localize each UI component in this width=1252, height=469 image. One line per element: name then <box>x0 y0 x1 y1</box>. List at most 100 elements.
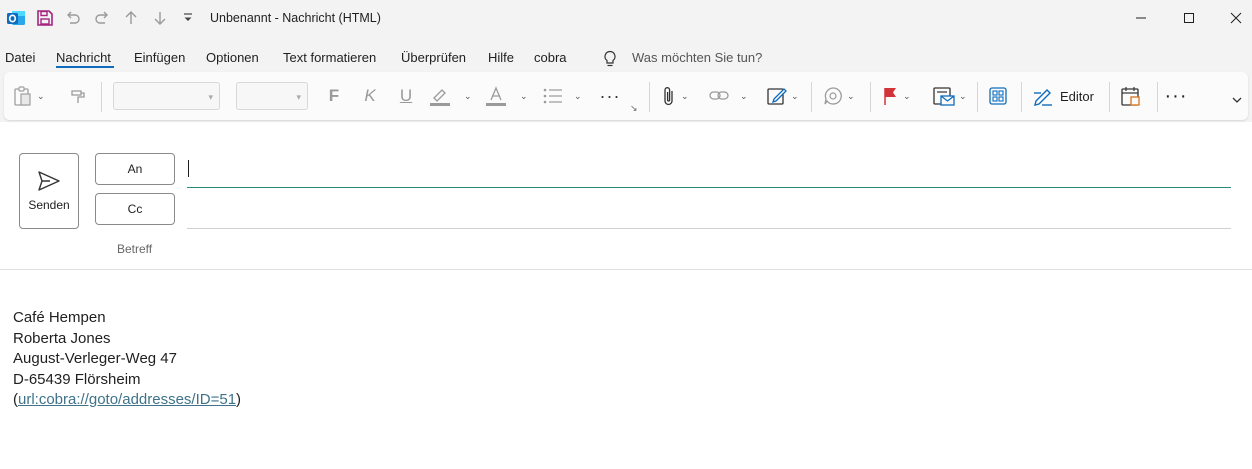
down-arrow-icon[interactable] <box>151 8 169 28</box>
to-button[interactable]: An <box>95 153 175 185</box>
collapse-ribbon-icon[interactable] <box>1230 88 1244 112</box>
paperclip-icon <box>664 87 673 106</box>
tab-ueberpruefen[interactable]: Überprüfen <box>401 50 466 65</box>
body-link-line: (url:cobra://goto/addresses/ID=51) <box>13 390 241 411</box>
ribbon-separator <box>1157 82 1158 112</box>
maximize-icon[interactable] <box>1175 6 1203 30</box>
chevron-down-icon: ⌄ <box>574 90 582 101</box>
ribbon-separator <box>811 82 812 112</box>
apps-grid-icon <box>989 87 1007 105</box>
customize-qat-icon[interactable] <box>182 8 194 28</box>
speech-bubble-icon <box>824 87 842 105</box>
redo-icon[interactable] <box>93 8 111 28</box>
chevron-down-icon: ⌄ <box>520 90 528 101</box>
send-label: Senden <box>28 198 70 212</box>
chevron-down-icon: ⌄ <box>37 90 45 101</box>
tab-einfuegen[interactable]: Einfügen <box>134 50 185 65</box>
font-size-select[interactable]: ▾ <box>236 82 308 110</box>
bullets-button[interactable]: ⌄ <box>542 84 582 108</box>
ribbon-separator <box>101 82 102 112</box>
calendar-icon <box>1121 87 1140 106</box>
font-color-icon <box>486 86 506 106</box>
chevron-down-icon: ▾ <box>296 92 301 102</box>
highlighter-icon <box>430 89 450 106</box>
underline-button[interactable]: U <box>396 84 416 108</box>
undo-icon[interactable] <box>64 8 82 28</box>
tab-optionen[interactable]: Optionen <box>206 50 259 65</box>
ribbon-separator <box>1021 82 1022 112</box>
chevron-down-icon: ⌄ <box>847 90 855 101</box>
bullet-list-icon <box>543 88 562 104</box>
schedule-button[interactable] <box>1120 84 1142 108</box>
more-font-options-icon[interactable]: ··· <box>598 84 622 108</box>
ribbon-separator <box>870 82 871 112</box>
link-button[interactable]: ⌄ <box>708 84 748 108</box>
bold-button[interactable]: F <box>324 84 344 108</box>
flag-icon <box>884 88 896 105</box>
font-name-select[interactable]: ▾ <box>113 82 220 110</box>
tab-text-formatieren[interactable]: Text formatieren <box>283 50 376 65</box>
close-icon[interactable] <box>1222 6 1250 30</box>
chevron-down-icon: ▾ <box>208 92 213 102</box>
ribbon-separator <box>977 82 978 112</box>
highlight-button[interactable]: ⌄ <box>428 84 472 108</box>
tell-me-search[interactable]: Was möchten Sie tun? <box>632 50 762 65</box>
cobra-address-link[interactable]: url:cobra://goto/addresses/ID=51 <box>18 391 236 408</box>
title-bar: Unbenannt - Nachricht (HTML) <box>0 0 1252 38</box>
window-title: Unbenannt - Nachricht (HTML) <box>210 11 381 25</box>
body-line: Roberta Jones <box>13 329 111 347</box>
message-body[interactable]: Café Hempen Roberta Jones August-Verlege… <box>13 308 241 411</box>
body-line: August-Verleger-Weg 47 <box>13 350 177 367</box>
attach-file-button[interactable]: ⌄ <box>660 84 689 108</box>
tab-nachricht[interactable]: Nachricht <box>56 50 111 65</box>
chevron-down-icon: ⌄ <box>740 90 748 101</box>
editor-button[interactable]: Editor <box>1032 84 1094 108</box>
paste-button[interactable]: ⌄ <box>12 84 45 108</box>
chevron-down-icon: ⌄ <box>903 90 911 101</box>
ribbon-separator <box>1109 82 1110 112</box>
editor-label: Editor <box>1060 88 1094 104</box>
apps-button[interactable] <box>988 84 1008 108</box>
italic-button[interactable]: K <box>360 84 380 108</box>
more-commands-icon[interactable]: ··· <box>1164 84 1188 108</box>
send-icon <box>38 171 60 191</box>
chevron-down-icon: ⌄ <box>681 90 689 101</box>
signature-button[interactable]: ⌄ <box>766 84 799 108</box>
cc-button[interactable]: Cc <box>95 193 175 225</box>
send-button[interactable]: Senden <box>19 153 79 229</box>
active-tab-indicator <box>56 66 114 68</box>
mail-template-icon <box>933 87 955 106</box>
body-line: Café Hempen <box>13 309 106 326</box>
clipboard-icon <box>14 86 31 106</box>
body-line: D-65439 Flörsheim <box>13 370 141 388</box>
tab-datei[interactable]: Datei <box>5 50 35 65</box>
lightbulb-icon <box>602 50 618 71</box>
subject-label[interactable]: Betreff <box>117 242 152 256</box>
menu-bar: Datei Nachricht Einfügen Optionen Text f… <box>0 38 1252 72</box>
header-divider <box>0 269 1252 270</box>
ribbon: ⌄ ▾ ▾ F K U ⌄ ⌄ ⌄ ··· ↘ ⌄ ⌄ ⌄ ⌄ ⌄ ⌄ Edit… <box>0 72 1252 122</box>
dialog-launcher-icon[interactable]: ↘ <box>630 102 638 114</box>
minimize-icon[interactable] <box>1127 6 1155 30</box>
loop-button[interactable]: ⌄ <box>822 84 855 108</box>
to-field[interactable] <box>187 152 1231 188</box>
link-suffix: ) <box>236 391 242 408</box>
cc-field[interactable] <box>187 193 1231 229</box>
link-icon <box>709 91 729 100</box>
font-color-button[interactable]: ⌄ <box>484 84 528 108</box>
format-painter-button[interactable] <box>68 84 88 108</box>
chevron-down-icon: ⌄ <box>464 90 472 101</box>
sensitivity-button[interactable]: ⌄ <box>932 84 967 108</box>
signature-icon <box>767 88 787 105</box>
tab-hilfe[interactable]: Hilfe <box>488 50 514 65</box>
chevron-down-icon: ⌄ <box>791 90 799 101</box>
ribbon-separator <box>649 82 650 112</box>
tab-cobra[interactable]: cobra <box>534 50 567 65</box>
up-arrow-icon[interactable] <box>122 8 140 28</box>
outlook-app-icon[interactable] <box>6 8 26 28</box>
save-icon[interactable] <box>36 8 54 28</box>
text-cursor <box>188 160 189 177</box>
paintbrush-icon <box>71 90 85 103</box>
follow-up-flag-button[interactable]: ⌄ <box>882 84 911 108</box>
ribbon-panel: ⌄ ▾ ▾ F K U ⌄ ⌄ ⌄ ··· ↘ ⌄ ⌄ ⌄ ⌄ ⌄ ⌄ Edit… <box>4 72 1248 120</box>
